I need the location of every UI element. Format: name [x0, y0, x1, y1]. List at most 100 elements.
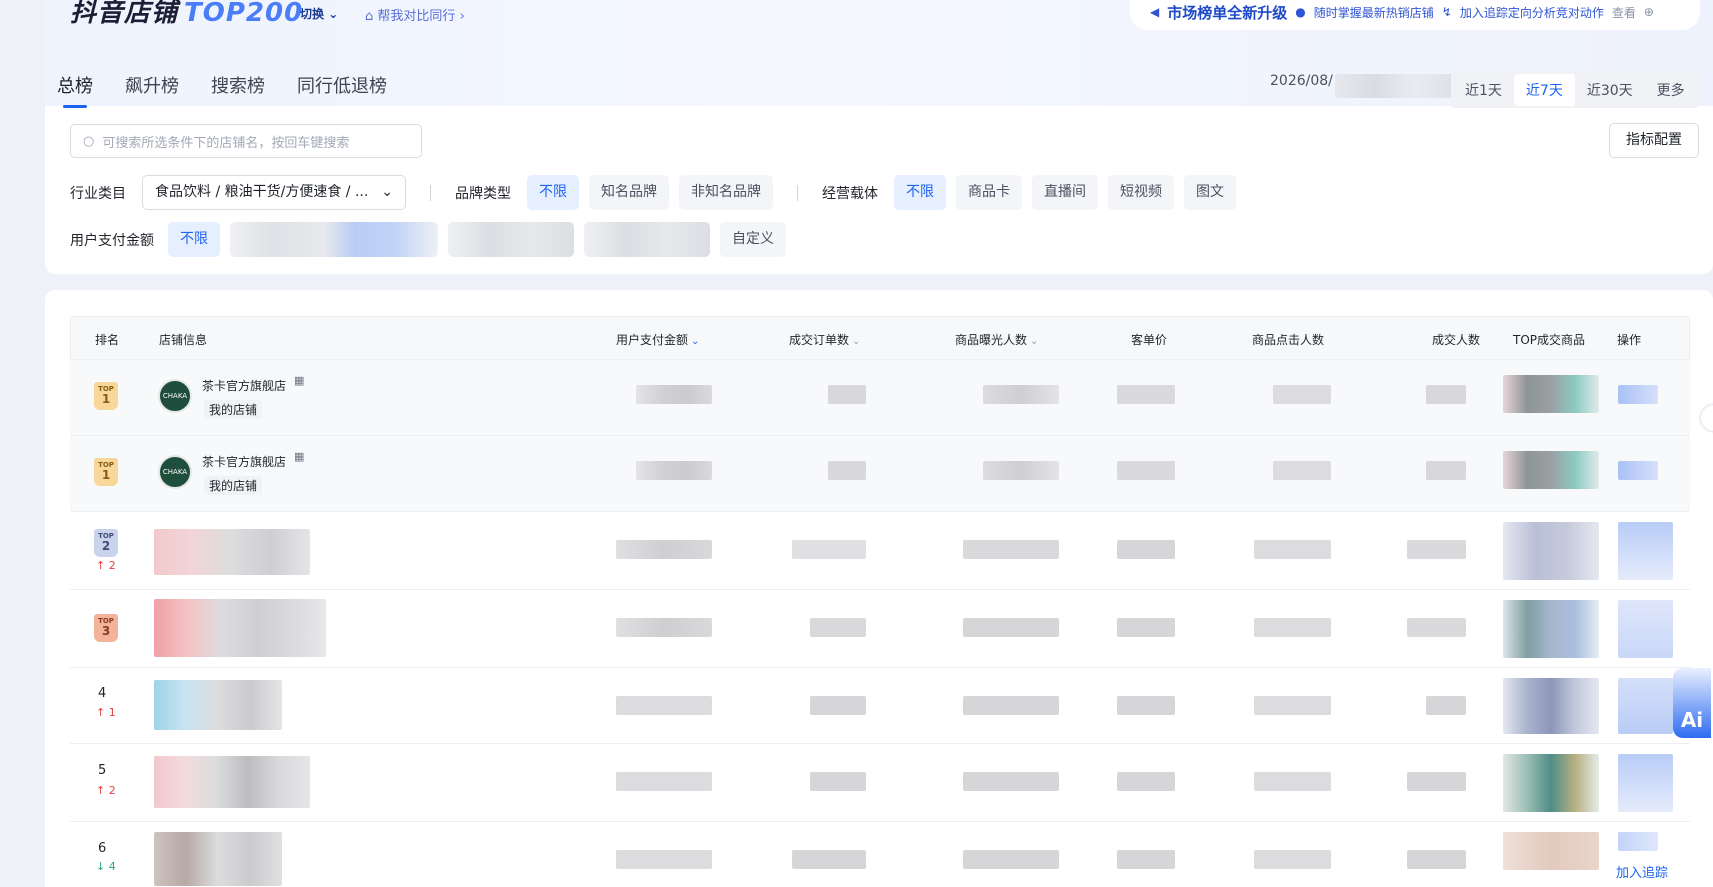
blurred-products[interactable] — [1503, 375, 1599, 413]
ai-assistant-button[interactable]: Ai — [1673, 668, 1711, 738]
blurred-products[interactable] — [1503, 522, 1599, 580]
tab-rising[interactable]: 飙升榜 — [125, 72, 179, 108]
table-row[interactable]: TOP 3 — [70, 590, 1690, 668]
blurred-value — [1117, 461, 1175, 480]
metric-config-button[interactable]: 指标配置 — [1609, 123, 1699, 158]
col-exposure[interactable]: 商品曝光人数 ⌄ — [955, 331, 1038, 348]
carrier-short-video[interactable]: 短视频 — [1108, 175, 1174, 210]
brand-label: 品牌类型 — [455, 185, 511, 202]
industry-select[interactable]: 食品饮料 / 粮油干货/方便速食 / ... ⌄ — [142, 175, 406, 210]
brand-famous[interactable]: 知名品牌 — [589, 175, 669, 210]
blurred-value — [828, 461, 866, 480]
pay-range-blurred-3[interactable] — [584, 222, 710, 257]
blurred-products[interactable] — [1503, 600, 1599, 658]
tab-overall[interactable]: 总榜 — [57, 72, 93, 108]
shop-name[interactable]: 茶卡官方旗舰店 — [202, 377, 286, 394]
arrow-up-icon: ↑ — [96, 559, 106, 572]
brand-nonfamous[interactable]: 非知名品牌 — [679, 175, 773, 210]
add-tracking-link[interactable]: 加入追踪 — [1616, 862, 1668, 881]
blurred-value — [963, 696, 1059, 715]
blurred-value — [1407, 540, 1466, 559]
rank-change: ↓ 4 — [96, 860, 116, 873]
pay-range-blurred-1[interactable] — [230, 222, 438, 257]
blurred-value — [1407, 618, 1466, 637]
brand-any[interactable]: 不限 — [527, 175, 579, 210]
my-shop-tag: 我的店铺 — [204, 400, 263, 419]
table-row[interactable]: TOP 1 CHAKA 茶卡官方旗舰店 ▦ 我的店铺 — [70, 360, 1690, 436]
table-row[interactable]: TOP 2 ↑ 2 — [70, 512, 1690, 590]
blurred-shop[interactable] — [154, 599, 326, 657]
qrcode-icon[interactable]: ▦ — [294, 374, 304, 387]
blurred-value — [963, 618, 1059, 637]
range-1d[interactable]: 近1天 — [1453, 74, 1514, 106]
blurred-value — [963, 540, 1059, 559]
rank-tabs: 总榜 飙升榜 搜索榜 同行低退榜 — [57, 72, 419, 108]
blurred-shop[interactable] — [154, 756, 310, 808]
blurred-action[interactable] — [1618, 385, 1658, 404]
blurred-value — [963, 772, 1059, 791]
carrier-image-text[interactable]: 图文 — [1184, 175, 1236, 210]
qrcode-icon[interactable]: ▦ — [294, 450, 304, 463]
sort-icon: ⌄ — [1030, 336, 1039, 347]
table-row[interactable]: 4 ↑ 1 — [70, 668, 1690, 744]
rank-badge: TOP 3 — [94, 614, 118, 642]
compare-peers-link[interactable]: ⌂ 帮我对比同行 › — [365, 5, 465, 24]
range-30d[interactable]: 近30天 — [1575, 74, 1645, 106]
table-row[interactable]: TOP 1 CHAKA 茶卡官方旗舰店 ▦ 我的店铺 — [70, 436, 1690, 512]
switch-button[interactable]: 切换 ⌄ — [300, 5, 338, 22]
blurred-action[interactable] — [1618, 461, 1658, 480]
rank-number: 4 — [98, 686, 107, 701]
blurred-shop[interactable] — [154, 832, 282, 886]
blurred-value — [1254, 772, 1331, 791]
avatar: CHAKA — [158, 379, 192, 413]
shop-name[interactable]: 茶卡官方旗舰店 — [202, 453, 286, 470]
shop-search-input[interactable]: ○ 可搜索所选条件下的店铺名，按回车键搜索 — [70, 124, 422, 158]
pay-range-blurred-2[interactable] — [448, 222, 574, 257]
range-7d[interactable]: 近7天 — [1513, 74, 1575, 106]
blurred-value — [1254, 850, 1331, 869]
col-orders[interactable]: 成交订单数 ⌄ — [789, 331, 860, 348]
blurred-value — [810, 772, 866, 791]
blurred-value — [828, 385, 866, 404]
blurred-value — [963, 850, 1059, 869]
blurred-action[interactable] — [1618, 754, 1673, 812]
blurred-action[interactable] — [1618, 600, 1673, 658]
pay-custom[interactable]: 自定义 — [720, 222, 786, 257]
table-row[interactable]: 5 ↑ 2 — [70, 744, 1690, 822]
pay-label: 用户支付金额 — [70, 232, 154, 249]
blurred-shop[interactable] — [154, 529, 310, 575]
blurred-products[interactable] — [1503, 451, 1599, 489]
col-buyers: 成交人数 — [1432, 333, 1481, 347]
bolt-icon: ↯ — [1441, 5, 1452, 19]
col-pay[interactable]: 用户支付金额 ⌄ — [616, 331, 699, 348]
col-rank: 排名 — [95, 333, 120, 347]
megaphone-icon: ◀ — [1150, 5, 1160, 19]
divider — [430, 184, 431, 201]
rank-number: 1 — [101, 392, 111, 406]
blurred-value — [1426, 385, 1466, 404]
date-picker[interactable]: 2026/08/ — [1270, 73, 1333, 89]
blurred-value — [1254, 618, 1331, 637]
blurred-value — [616, 772, 712, 791]
blurred-action[interactable] — [1618, 522, 1673, 580]
date-blurred — [1335, 74, 1453, 98]
chevron-down-icon: ⌄ — [328, 7, 339, 21]
blurred-products[interactable] — [1503, 832, 1599, 870]
tab-low-return[interactable]: 同行低退榜 — [297, 72, 387, 108]
carrier-live[interactable]: 直播间 — [1032, 175, 1098, 210]
blurred-value — [616, 850, 712, 869]
carrier-any[interactable]: 不限 — [894, 175, 946, 210]
pay-any[interactable]: 不限 — [168, 222, 220, 257]
blurred-shop[interactable] — [154, 680, 282, 730]
carrier-product-card[interactable]: 商品卡 — [956, 175, 1022, 210]
blurred-action[interactable] — [1618, 678, 1673, 734]
blurred-products[interactable] — [1503, 678, 1599, 734]
tab-search[interactable]: 搜索榜 — [211, 72, 265, 108]
banner-view-link[interactable]: 查看 — [1612, 4, 1636, 21]
range-more[interactable]: 更多 — [1645, 74, 1697, 106]
table-row[interactable]: 6 ↓ 4 加入追踪 — [70, 822, 1690, 887]
blurred-action[interactable] — [1618, 832, 1658, 851]
blurred-value — [1117, 772, 1175, 791]
blurred-products[interactable] — [1503, 754, 1599, 812]
blurred-value — [1117, 540, 1175, 559]
